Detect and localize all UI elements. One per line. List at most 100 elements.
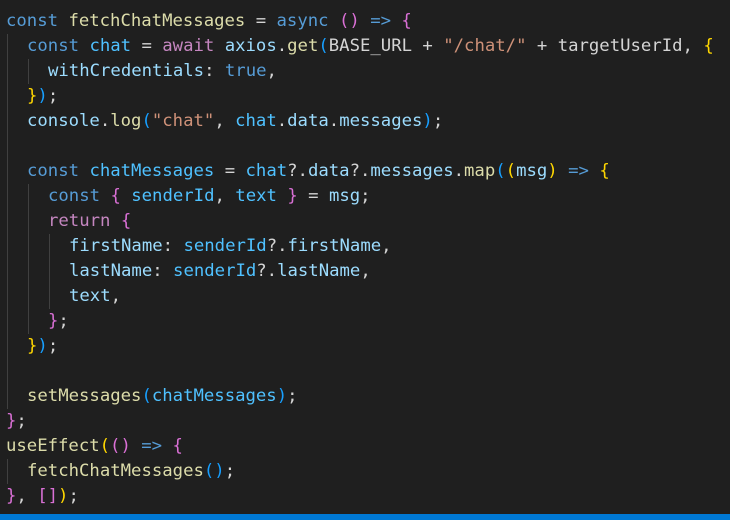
code-token: ) <box>37 336 48 356</box>
code-token: = <box>131 36 163 56</box>
code-token: { <box>703 36 714 56</box>
indent-guide <box>7 309 8 334</box>
code-token: ) <box>37 86 48 106</box>
code-token: ; <box>432 111 444 131</box>
code-token: ( <box>505 161 517 181</box>
code-token: : <box>204 61 225 81</box>
code-token: fetchChatMessages <box>68 11 246 31</box>
indent-guide <box>28 284 29 309</box>
code-line-text: }; <box>48 311 69 331</box>
code-token: , <box>214 111 236 131</box>
code-token: data <box>287 111 329 131</box>
code-line-text: setMessages(chatMessages); <box>27 386 298 406</box>
code-token: ( <box>99 436 111 456</box>
indent-guide <box>28 184 29 209</box>
code-line <box>6 359 714 384</box>
code-line: const { senderId, text } = msg; <box>6 184 714 209</box>
code-token: ?. <box>287 161 308 181</box>
code-token: () <box>338 11 360 31</box>
code-token: chat <box>245 161 288 181</box>
code-token: data <box>307 161 350 181</box>
code-token: text <box>235 186 277 206</box>
code-token: = <box>245 11 277 31</box>
code-token: ?. <box>349 161 371 181</box>
code-token: ; <box>68 486 79 506</box>
code-token: { <box>110 186 121 206</box>
code-token: () <box>203 461 225 481</box>
indent-guide <box>7 459 8 484</box>
indent-guide <box>49 284 50 309</box>
code-token: senderId <box>183 236 267 256</box>
code-token: { <box>120 211 132 231</box>
code-token: . <box>276 111 288 131</box>
code-token: get <box>287 36 319 56</box>
code-token: : <box>152 261 174 281</box>
code-token: ; <box>360 186 371 206</box>
code-token: withCredentials <box>48 61 205 81</box>
code-token: lastName <box>69 261 153 281</box>
code-token: map <box>464 161 496 181</box>
code-line: useEffect(() => { <box>6 434 714 459</box>
code-line-text: lastName: senderId?.lastName, <box>69 261 371 281</box>
indent-guide <box>7 284 8 309</box>
code-token: console <box>27 111 100 131</box>
indent-guide <box>7 384 8 409</box>
code-token: ?. <box>266 236 288 256</box>
code-line: const chatMessages = chat?.data?.message… <box>6 159 714 184</box>
indent-guide <box>7 109 8 134</box>
code-token: } <box>48 311 59 331</box>
code-token: firstName <box>287 236 382 256</box>
code-line: const fetchChatMessages = async () => { <box>6 9 714 34</box>
code-token: = <box>297 186 329 206</box>
code-token: useEffect <box>6 436 100 456</box>
code-token: { <box>599 161 610 181</box>
code-line-text: fetchChatMessages(); <box>27 461 235 481</box>
status-bar <box>0 514 730 520</box>
code-token: } <box>287 186 298 206</box>
code-token: => <box>568 161 589 181</box>
code-token: text <box>69 286 111 306</box>
code-token: chat <box>89 36 132 56</box>
code-line: }; <box>6 409 714 434</box>
code-editor[interactable]: const fetchChatMessages = async () => {c… <box>0 0 730 520</box>
indent-guide <box>7 59 8 84</box>
code-token: + <box>412 36 444 56</box>
code-token: . <box>276 36 288 56</box>
code-token: { <box>401 11 412 31</box>
code-token: . <box>328 111 340 131</box>
indent-guide <box>7 209 8 234</box>
indent-guide <box>7 34 8 59</box>
code-token: true <box>224 61 267 81</box>
code-token: [] <box>37 486 59 506</box>
code-token: messages <box>370 161 454 181</box>
code-token: ; <box>16 411 27 431</box>
code-token: ) <box>422 111 433 131</box>
code-line: }); <box>6 84 714 109</box>
indent-guide <box>7 234 8 259</box>
indent-guide <box>49 259 50 284</box>
code-area[interactable]: const fetchChatMessages = async () => {c… <box>6 9 714 509</box>
indent-guide <box>28 259 29 284</box>
code-line-text: }); <box>27 86 58 106</box>
code-line: }, []); <box>6 484 714 509</box>
code-token: = <box>214 161 246 181</box>
code-line-text: return { <box>48 211 131 231</box>
code-line-text: useEffect(() => { <box>6 436 183 456</box>
code-line: withCredentials: true, <box>6 59 714 84</box>
code-token: msg <box>516 161 548 181</box>
code-token: ( <box>495 161 506 181</box>
code-token: chatMessages <box>89 161 215 181</box>
code-line-text: console.log("chat", chat.data.messages); <box>27 111 443 131</box>
code-token: BASE_URL <box>328 36 413 56</box>
code-token: ) <box>276 386 288 406</box>
indent-guide <box>7 134 8 159</box>
code-line-text: }; <box>6 411 27 431</box>
